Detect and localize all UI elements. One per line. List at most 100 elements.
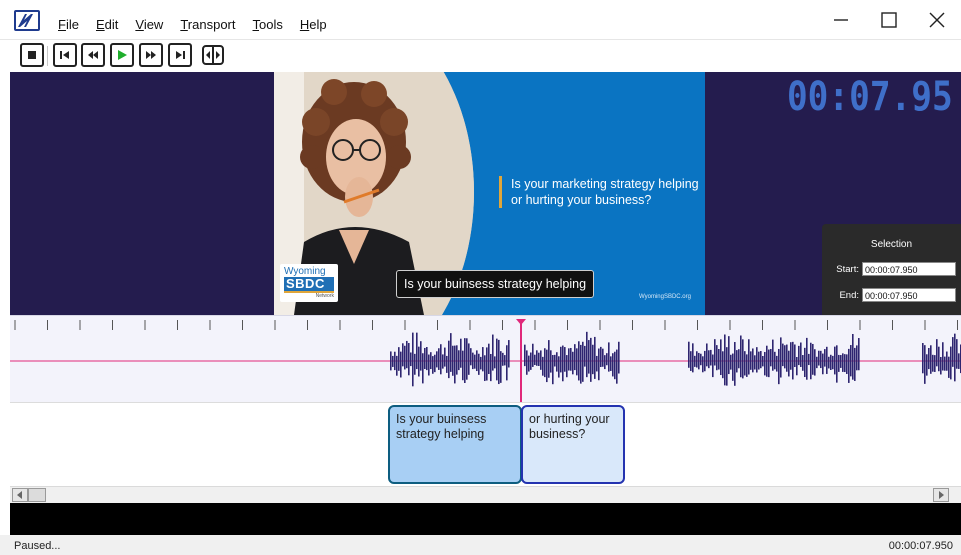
waveform-bar — [850, 345, 852, 377]
waveform-bar — [468, 343, 470, 375]
rewind-button[interactable] — [81, 43, 105, 67]
waveform-bar — [560, 346, 562, 373]
play-button[interactable] — [110, 43, 134, 67]
waveform-bar — [554, 354, 556, 367]
video-preview[interactable]: Is your marketing strategy helping or hu… — [10, 72, 961, 315]
maximize-icon — [881, 12, 897, 28]
waveform-bar — [482, 347, 484, 372]
waveform-bar — [710, 349, 712, 366]
menu-tools[interactable]: Tools — [253, 17, 283, 32]
menu-transport[interactable]: Transport — [180, 17, 235, 32]
waveform-bar — [444, 347, 446, 367]
waveform-bar — [496, 338, 498, 381]
waveform-bar — [840, 355, 842, 368]
waveform-bar — [956, 339, 958, 369]
split-button[interactable] — [199, 43, 227, 67]
waveform-bar — [836, 345, 838, 383]
waveform-bar — [790, 342, 792, 370]
waveform-bar — [846, 354, 848, 374]
scroll-left-button[interactable] — [12, 488, 28, 502]
waveform-bar — [392, 355, 394, 367]
waveform-bar — [778, 348, 780, 385]
waveform-bar — [600, 346, 602, 368]
waveform-bar — [580, 344, 582, 384]
waveform-bar — [552, 355, 554, 385]
waveform-bar — [826, 346, 828, 374]
close-button[interactable] — [913, 0, 961, 40]
waveform-bar — [798, 345, 800, 366]
waveform-bar — [950, 346, 952, 380]
waveform-bar — [532, 343, 534, 367]
waveform-bar — [412, 332, 414, 387]
minimize-button[interactable] — [817, 0, 865, 40]
timer-display: 00:07.95 — [787, 74, 953, 120]
waveform-bar — [450, 333, 452, 372]
menu-edit[interactable]: Edit — [96, 17, 118, 32]
waveform-bar — [598, 348, 600, 381]
waveform-bar — [572, 351, 574, 375]
waveform-bar — [698, 352, 700, 370]
waveform-bar — [848, 348, 850, 383]
caption-block-selected[interactable]: or hurting your business? — [521, 405, 625, 484]
scroll-thumb[interactable] — [28, 488, 46, 502]
waveform-bar — [460, 338, 462, 368]
waveform-bar — [744, 351, 746, 376]
waveform-bar — [724, 334, 726, 386]
waveform-bar — [422, 353, 424, 384]
waveform-bar — [602, 348, 604, 367]
app-window: File Edit View Transport Tools Help Is y… — [0, 0, 961, 555]
waveform-bar — [774, 351, 776, 370]
timeline-scrollbar[interactable] — [10, 486, 961, 503]
play-icon — [118, 50, 127, 60]
selection-end-field[interactable]: 00:00:07.950 — [862, 288, 956, 302]
waveform-bar — [442, 354, 444, 369]
waveform-bar — [534, 354, 536, 366]
waveform-bar — [768, 349, 770, 378]
selection-title: Selection — [870, 239, 913, 250]
waveform-bar — [720, 339, 722, 376]
waveform-bar — [596, 355, 598, 372]
waveform-bar — [486, 347, 488, 381]
toolbar-separator — [47, 46, 48, 66]
selection-start-field[interactable]: 00:00:07.950 — [862, 262, 956, 276]
waveform-bar — [952, 337, 954, 367]
skip-to-end-button[interactable] — [168, 43, 192, 67]
stop-button[interactable] — [20, 43, 44, 67]
lower-panel — [10, 503, 961, 535]
waveform-bar — [806, 337, 808, 380]
waveform-bar — [948, 356, 950, 378]
maximize-button[interactable] — [865, 0, 913, 40]
waveform-bar — [924, 345, 926, 384]
waveform-bar — [476, 350, 478, 372]
caption-track[interactable]: Is your buinsess strategy helping or hur… — [10, 402, 961, 486]
waveform-bar — [526, 350, 528, 375]
waveform-bar — [758, 351, 760, 370]
caption-block[interactable]: Is your buinsess strategy helping — [388, 405, 522, 484]
scroll-right-button[interactable] — [933, 488, 949, 502]
selection-start-label: Start: — [836, 263, 859, 275]
waveform-bar — [820, 350, 822, 369]
waveform-bar — [856, 345, 858, 371]
waveform-bar — [542, 356, 544, 376]
menu-file[interactable]: File — [58, 17, 79, 32]
fast-forward-button[interactable] — [139, 43, 163, 67]
waveform-bar — [614, 351, 616, 380]
waveform-bar — [792, 341, 794, 380]
skip-to-start-button[interactable] — [53, 43, 77, 67]
waveform-bar — [750, 351, 752, 370]
waveform-bar — [420, 341, 422, 371]
waveform-bar — [456, 345, 458, 375]
waveform-bar — [564, 347, 566, 372]
menu-help[interactable]: Help — [300, 17, 327, 32]
waveform-bar — [480, 356, 482, 370]
menu-view[interactable]: View — [135, 17, 163, 32]
waveform-bar — [538, 352, 540, 366]
audio-timeline[interactable] — [10, 315, 961, 402]
waveform-bar — [796, 356, 798, 376]
main-menu: File Edit View Transport Tools Help — [58, 17, 344, 32]
waveform-bar — [612, 353, 614, 377]
waveform-bar — [702, 356, 704, 373]
waveform-bar — [592, 344, 594, 375]
fast-forward-icon — [146, 51, 156, 59]
waveform-bar — [544, 348, 546, 378]
